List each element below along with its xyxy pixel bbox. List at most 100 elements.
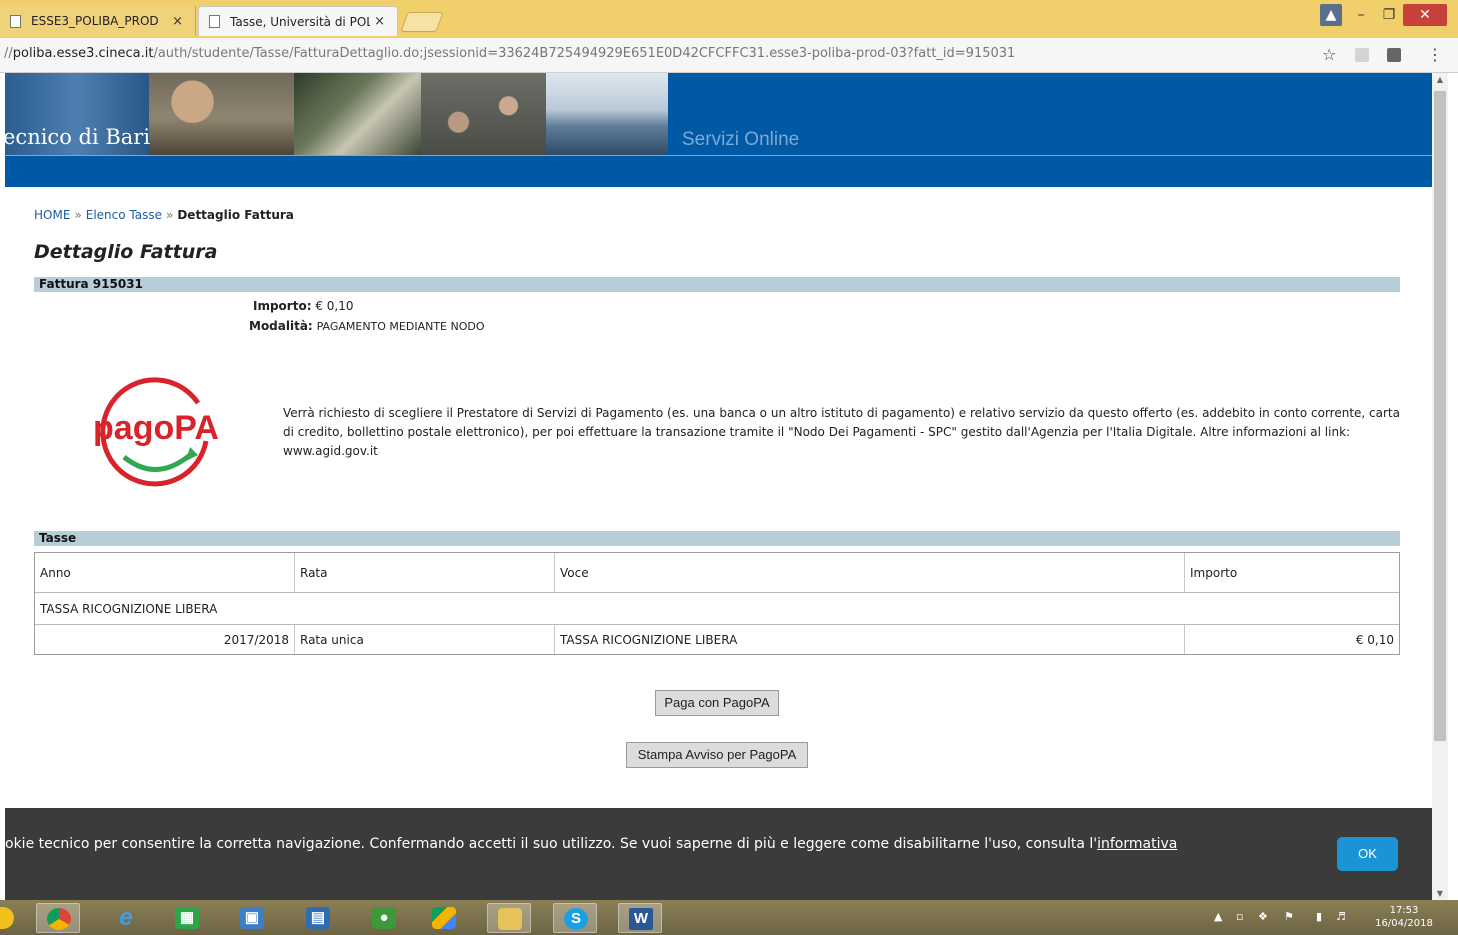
user-profile-icon[interactable]: ▲ bbox=[1320, 4, 1342, 26]
pdf-extension-icon[interactable] bbox=[1355, 48, 1369, 62]
word-icon: W bbox=[629, 908, 653, 930]
start-button[interactable] bbox=[0, 903, 20, 933]
action-center-flag-icon[interactable]: ⚑ bbox=[1284, 910, 1294, 923]
close-tab-icon[interactable]: × bbox=[374, 14, 385, 29]
windows-taskbar: e ▦ ▣ ▤ ● S W ▲ ▫ ❖ ⚑ ▮ ♬ 17:53 16/04/20… bbox=[0, 900, 1458, 935]
banner-photo-seafront bbox=[546, 73, 668, 155]
pagopa-logo-text: pagoPA bbox=[94, 409, 218, 447]
importo-label: Importo: bbox=[253, 299, 312, 313]
column-header-importo: Importo bbox=[1190, 565, 1238, 580]
page-title: Dettaglio Fattura bbox=[34, 241, 218, 263]
tasse-table: Anno Rata Voce Importo TASSA RICOGNIZION… bbox=[34, 552, 1400, 655]
url-host: poliba.esse3.cineca.it bbox=[12, 46, 154, 61]
tab-label: Tasse, Università di POLI bbox=[230, 14, 370, 29]
minimize-button[interactable]: – bbox=[1348, 4, 1374, 26]
url-field[interactable]: //poliba.esse3.cineca.it/auth/studente/T… bbox=[4, 46, 1015, 61]
system-clock[interactable]: 17:53 16/04/2018 bbox=[1372, 904, 1436, 930]
taskbar-remote-desktop[interactable]: ▣ bbox=[230, 903, 274, 933]
dropbox-icon[interactable]: ❖ bbox=[1258, 910, 1268, 923]
page-icon bbox=[10, 14, 21, 28]
banner-photo-students bbox=[421, 73, 546, 155]
column-header-rata: Rata bbox=[295, 553, 555, 592]
modalita-label: Modalità: bbox=[249, 319, 313, 333]
breadcrumb-elenco-tasse-link[interactable]: Elenco Tasse bbox=[86, 208, 162, 222]
cell-anno: 2017/2018 bbox=[35, 625, 295, 654]
breadcrumb-separator: » bbox=[74, 208, 82, 222]
importo-line: Importo: € 0,10 bbox=[253, 299, 354, 313]
cell-importo: € 0,10 bbox=[1355, 632, 1394, 647]
scroll-down-arrow-icon[interactable]: ▼ bbox=[1432, 889, 1448, 898]
cell-voce: TASSA RICOGNIZIONE LIBERA bbox=[555, 625, 1185, 654]
servizi-online-label: Servizi Online bbox=[682, 129, 800, 150]
table-group-row: TASSA RICOGNIZIONE LIBERA bbox=[35, 593, 1399, 625]
banner-divider bbox=[5, 155, 1432, 156]
column-header-voce: Voce bbox=[555, 553, 1185, 592]
clock-time: 17:53 bbox=[1389, 905, 1419, 916]
banner-photo-sculpture bbox=[149, 73, 294, 155]
cookie-ok-button[interactable]: OK bbox=[1337, 837, 1398, 871]
clock-date: 16/04/2018 bbox=[1375, 918, 1433, 929]
stampa-avviso-button[interactable]: Stampa Avviso per PagoPA bbox=[626, 742, 808, 768]
browser-tab-bar: ESSE3_POLIBA_PROD × Tasse, Università di… bbox=[0, 0, 1458, 38]
banner-photo-library bbox=[294, 73, 421, 155]
volume-icon[interactable]: ♬ bbox=[1336, 910, 1346, 923]
file-manager-icon: ▤ bbox=[306, 907, 330, 929]
modalita-value: PAGAMENTO MEDIANTE NODO bbox=[316, 320, 485, 333]
tab-esse3-poliba-prod[interactable]: ESSE3_POLIBA_PROD × bbox=[0, 6, 196, 36]
battery-icon[interactable]: ▮ bbox=[1316, 910, 1322, 923]
breadcrumb-separator: » bbox=[166, 208, 174, 222]
scroll-thumb[interactable] bbox=[1434, 91, 1446, 741]
table-header-row: Anno Rata Voce Importo bbox=[35, 553, 1399, 593]
tab-tasse-universita[interactable]: Tasse, Università di POLI × bbox=[198, 6, 398, 36]
url-prefix: // bbox=[4, 46, 13, 61]
address-bar: //poliba.esse3.cineca.it/auth/studente/T… bbox=[0, 38, 1458, 73]
new-tab-button[interactable] bbox=[400, 12, 444, 32]
taskbar-chrome[interactable] bbox=[36, 903, 80, 933]
taskbar-internet-explorer[interactable]: e bbox=[104, 903, 148, 933]
breadcrumb: HOME» Elenco Tasse» Dettaglio Fattura bbox=[34, 208, 294, 222]
close-tab-icon[interactable]: × bbox=[172, 14, 183, 29]
skype-icon: S bbox=[564, 908, 588, 930]
column-header-anno: Anno bbox=[35, 553, 295, 592]
taskbar-file-explorer[interactable] bbox=[487, 903, 531, 933]
bookmark-star-icon[interactable]: ☆ bbox=[1322, 45, 1336, 64]
taskbar-evernote[interactable]: ● bbox=[362, 903, 406, 933]
cookie-informativa-link[interactable]: informativa bbox=[1097, 836, 1177, 852]
taskbar-google-drive[interactable] bbox=[422, 903, 466, 933]
tray-expand-icon[interactable]: ▲ bbox=[1214, 910, 1222, 923]
importo-value: € 0,10 bbox=[315, 299, 354, 313]
page-icon bbox=[209, 15, 220, 28]
cookie-message: okie tecnico per consentire la corretta … bbox=[5, 836, 1177, 852]
cookie-text: okie tecnico per consentire la corretta … bbox=[5, 836, 1098, 852]
url-path: /auth/studente/Tasse/FatturaDettaglio.do… bbox=[153, 46, 1016, 61]
file-explorer-icon bbox=[498, 908, 522, 930]
taskbar-store[interactable]: ▦ bbox=[165, 903, 209, 933]
breadcrumb-home-link[interactable]: HOME bbox=[34, 208, 70, 222]
header-banner: ecnico di Bari Servizi Online bbox=[5, 73, 1432, 187]
modalita-line: Modalità: PAGAMENTO MEDIANTE NODO bbox=[249, 319, 485, 333]
group-label: TASSA RICOGNIZIONE LIBERA bbox=[40, 601, 218, 616]
maximize-button[interactable]: ❐ bbox=[1376, 4, 1402, 26]
tab-label: ESSE3_POLIBA_PROD bbox=[31, 14, 159, 28]
cell-rata: Rata unica bbox=[295, 625, 555, 654]
chrome-icon bbox=[47, 908, 71, 930]
extension-icon[interactable] bbox=[1387, 48, 1401, 62]
google-drive-icon bbox=[432, 907, 456, 929]
evernote-icon: ● bbox=[372, 907, 396, 929]
scroll-up-arrow-icon[interactable]: ▲ bbox=[1432, 75, 1448, 84]
page-content: ecnico di Bari Servizi Online HOME » Elenc… bbox=[5, 73, 1432, 900]
taskbar-word[interactable]: W bbox=[618, 903, 662, 933]
page-scrollbar[interactable]: ▲ ▼ bbox=[1432, 73, 1448, 900]
cookie-banner: okie tecnico per consentire la corretta … bbox=[5, 808, 1432, 900]
breadcrumb-current: Dettaglio Fattura bbox=[177, 208, 294, 222]
internet-explorer-icon: e bbox=[119, 904, 133, 931]
pagopa-description: Verrà richiesto di scegliere il Prestato… bbox=[283, 406, 1400, 458]
network-signal-icon[interactable]: ▫ bbox=[1236, 910, 1243, 923]
close-window-button[interactable]: ✕ bbox=[1403, 4, 1447, 26]
fattura-heading: Fattura 915031 bbox=[34, 277, 1400, 292]
paga-con-pagopa-button[interactable]: Paga con PagoPA bbox=[655, 690, 779, 716]
taskbar-skype[interactable]: S bbox=[553, 903, 597, 933]
browser-menu-icon[interactable]: ⋮ bbox=[1427, 45, 1443, 64]
remote-desktop-icon: ▣ bbox=[240, 907, 264, 929]
taskbar-file-manager[interactable]: ▤ bbox=[296, 903, 340, 933]
